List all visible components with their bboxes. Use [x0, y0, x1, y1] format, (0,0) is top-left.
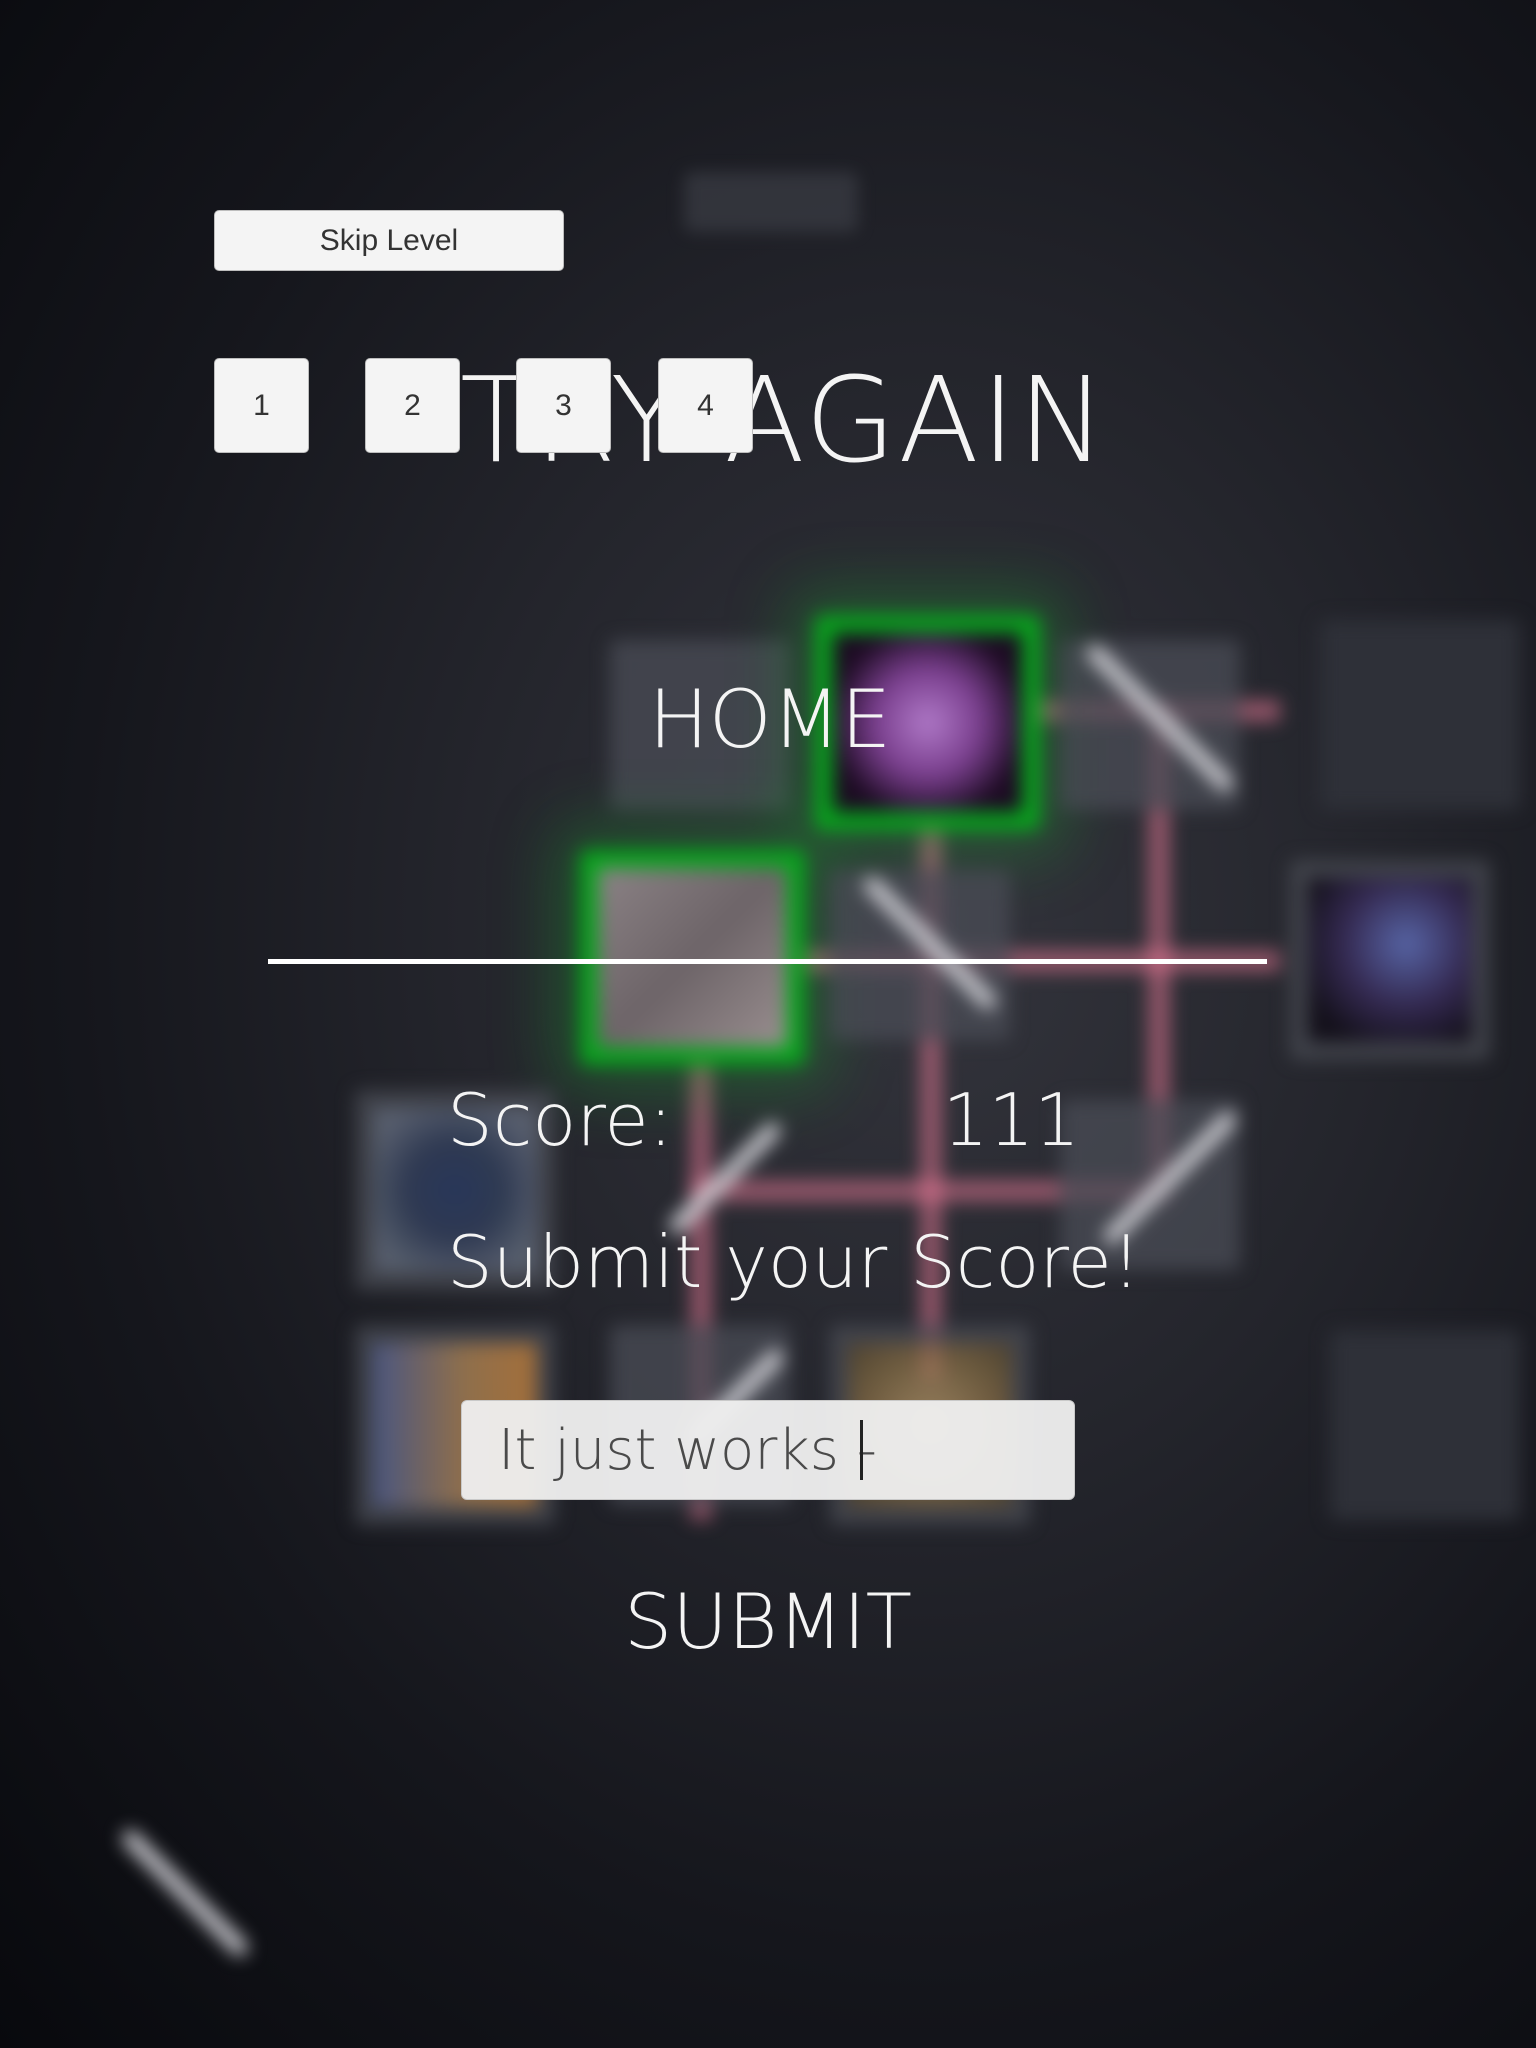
level-3-button[interactable]: 3 [516, 358, 611, 453]
skip-level-button[interactable]: Skip Level [214, 210, 564, 271]
board-tile [1290, 860, 1490, 1060]
submit-prompt: Submit your Score! [447, 1220, 1141, 1304]
home-button[interactable]: HOME [520, 670, 1020, 770]
game-screen: Skip Level 1 2 TRY AGAIN 3 4 HOME Score:… [0, 0, 1536, 2048]
level-4-button[interactable]: 4 [658, 358, 753, 453]
mirror [119, 1827, 251, 1959]
board-tile [1320, 620, 1520, 810]
level-2-button[interactable]: 2 [365, 358, 460, 453]
board-tile [1060, 640, 1240, 810]
score-value: 111 [942, 1078, 1080, 1162]
blurred-header-element [684, 172, 858, 232]
background-game-board [0, 0, 1536, 2048]
name-input[interactable] [461, 1400, 1075, 1500]
board-tile [1330, 1330, 1520, 1520]
highlighted-tile [580, 850, 805, 1065]
submit-button[interactable]: SUBMIT [568, 1572, 968, 1672]
level-1-button[interactable]: 1 [214, 358, 309, 453]
divider [268, 959, 1267, 964]
text-caret [860, 1420, 863, 1480]
board-tile [830, 870, 1010, 1040]
score-label: Score: [447, 1078, 673, 1162]
